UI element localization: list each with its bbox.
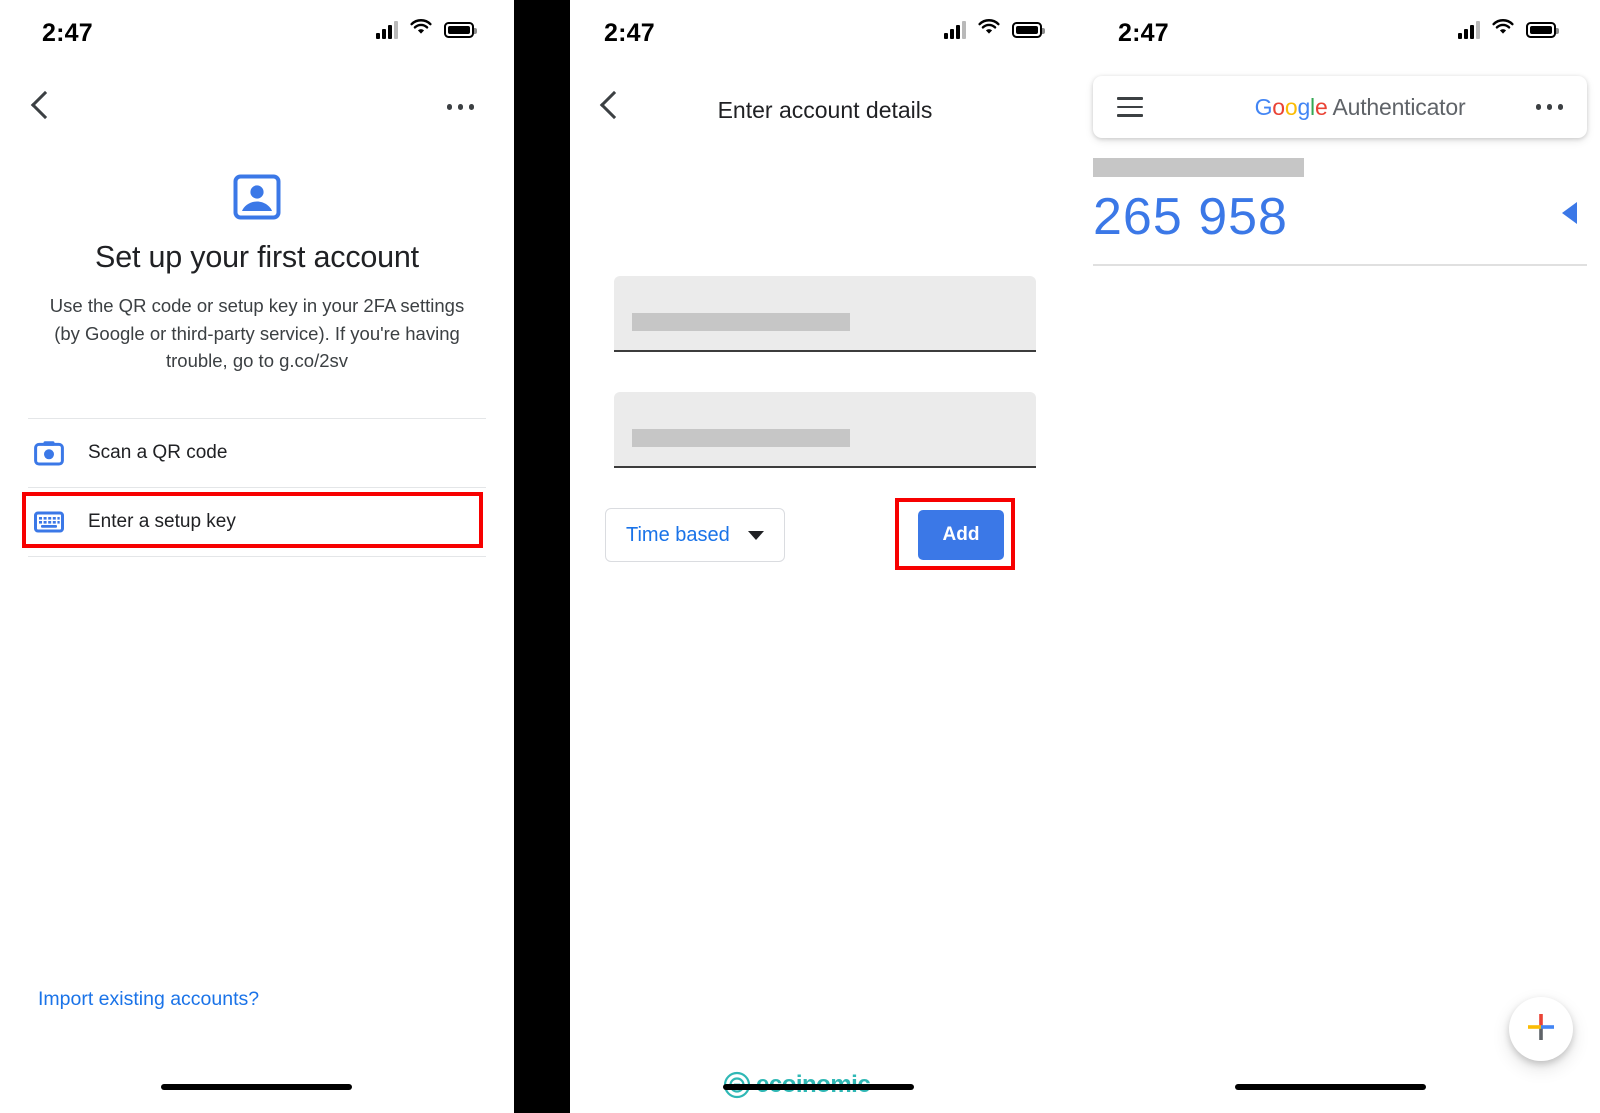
account-name-field[interactable] xyxy=(614,276,1036,352)
option-label: Scan a QR code xyxy=(88,441,228,463)
battery-icon xyxy=(1012,21,1045,38)
option-scan-qr-code[interactable]: Scan a QR code xyxy=(28,419,486,487)
panel-authenticator-codes: 2:47 Google Authenticator 265 958 xyxy=(1080,0,1600,1113)
option-enter-setup-key[interactable]: Enter a setup key xyxy=(28,488,486,556)
app-title: Google Authenticator xyxy=(1133,94,1587,121)
panel1-navbar xyxy=(0,62,514,148)
countdown-timer-icon xyxy=(1562,202,1577,224)
app-title-google: Google xyxy=(1254,93,1328,120)
battery-icon xyxy=(444,21,477,38)
option-label: Enter a setup key xyxy=(88,510,236,532)
otp-entry[interactable]: 265 958 xyxy=(1093,158,1587,266)
status-time: 2:47 xyxy=(1118,19,1169,47)
secret-key-field[interactable] xyxy=(614,392,1036,468)
panel-setup-first-account: 2:47 Set up your first account Use the Q… xyxy=(0,0,514,1113)
status-icons xyxy=(944,18,1045,41)
account-avatar-icon xyxy=(233,174,281,220)
status-time: 2:47 xyxy=(42,19,93,47)
page-title: Set up your first account xyxy=(95,240,419,274)
keyboard-icon xyxy=(32,505,66,539)
status-icons xyxy=(1458,18,1559,41)
import-existing-accounts-link[interactable]: Import existing accounts? xyxy=(38,988,259,1011)
status-bar: 2:47 xyxy=(0,0,514,62)
cellular-signal-icon xyxy=(376,20,398,39)
status-time: 2:47 xyxy=(604,19,655,47)
add-button[interactable]: Add xyxy=(918,510,1004,560)
otp-type-dropdown[interactable]: Time based xyxy=(605,508,785,562)
add-account-fab[interactable] xyxy=(1509,997,1573,1061)
panel2-actions: Time based Add xyxy=(605,498,1045,570)
page-title: Enter account details xyxy=(717,97,933,123)
back-button[interactable] xyxy=(28,92,54,118)
cellular-signal-icon xyxy=(944,20,966,39)
dropdown-label: Time based xyxy=(626,523,730,546)
panel-enter-account-details: 2:47 Enter account details Time based Ad… xyxy=(570,0,1080,1113)
camera-qr-icon xyxy=(32,436,66,470)
more-options-button[interactable] xyxy=(446,104,474,110)
setup-options-list: Scan a QR code Enter a setup key xyxy=(0,417,514,557)
panel2-navbar: Enter account details xyxy=(570,62,1080,148)
page-description: Use the QR code or setup key in your 2FA… xyxy=(49,295,465,371)
cellular-signal-icon xyxy=(1458,20,1480,39)
app-bar: Google Authenticator xyxy=(1093,76,1587,138)
status-bar: 2:47 xyxy=(1080,0,1600,62)
more-options-button[interactable] xyxy=(1535,104,1563,110)
home-indicator xyxy=(723,1084,914,1090)
redacted-value xyxy=(632,313,850,331)
home-indicator xyxy=(1235,1084,1426,1090)
divider xyxy=(1093,264,1587,266)
account-label-redacted xyxy=(1093,158,1304,177)
wifi-icon xyxy=(977,18,1001,41)
wifi-icon xyxy=(1491,18,1515,41)
home-indicator xyxy=(161,1084,352,1090)
status-bar: 2:47 xyxy=(570,0,1080,62)
chevron-down-icon xyxy=(747,530,764,540)
add-plus-icon xyxy=(1526,1012,1556,1047)
divider xyxy=(28,555,486,557)
redacted-value xyxy=(632,429,850,447)
app-title-authenticator: Authenticator xyxy=(1327,93,1466,120)
wifi-icon xyxy=(409,18,433,41)
otp-code: 265 958 xyxy=(1093,188,1288,246)
status-icons xyxy=(376,18,477,41)
battery-icon xyxy=(1526,21,1559,38)
panel-separator xyxy=(514,0,570,1113)
